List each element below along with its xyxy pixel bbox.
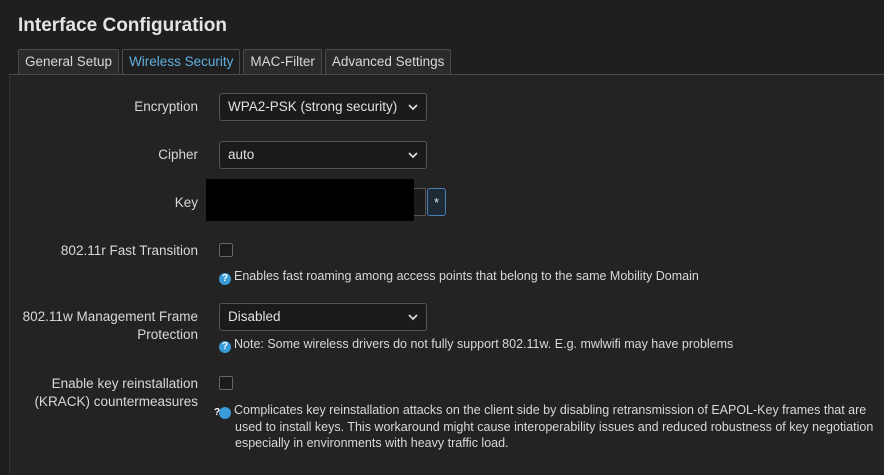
fast-transition-help-text: Enables fast roaming among access points… xyxy=(234,269,699,283)
krack-label: Enable key reinstallation (KRACK) counte… xyxy=(34,375,198,411)
fast-transition-help: ? Enables fast roaming among access point… xyxy=(219,268,699,285)
question-circle-icon: ? xyxy=(219,341,231,353)
question-circle-icon: ? xyxy=(219,273,231,285)
fast-transition-checkbox[interactable] xyxy=(219,243,233,257)
key-label: Key xyxy=(174,195,198,210)
reveal-key-button[interactable]: * xyxy=(427,188,446,216)
krack-checkbox[interactable] xyxy=(219,376,233,390)
fast-transition-label: 802.11r Fast Transition xyxy=(60,243,198,258)
mgmt-frame-help-text: Note: Some wireless drivers do not fully… xyxy=(234,337,734,351)
mgmt-frame-help: ? Note: Some wireless drivers do not full… xyxy=(219,336,733,353)
key-input-redacted[interactable] xyxy=(206,179,414,221)
cipher-select[interactable]: auto xyxy=(219,141,427,169)
tab-advanced-settings[interactable]: Advanced Settings xyxy=(324,49,452,74)
tab-divider xyxy=(9,74,884,75)
krack-label-line1: Enable key reinstallation xyxy=(51,376,198,391)
key-input-edge xyxy=(414,188,426,216)
tab-wireless-security[interactable]: Wireless Security xyxy=(122,49,241,74)
encryption-label: Encryption xyxy=(134,99,198,114)
chevron-down-icon xyxy=(408,104,418,111)
encryption-value: WPA2-PSK (strong security) xyxy=(228,99,398,114)
mgmt-frame-select[interactable]: Disabled xyxy=(219,303,427,331)
page-title: Interface Configuration xyxy=(18,15,228,36)
chevron-down-icon xyxy=(408,152,418,159)
tab-mac-filter[interactable]: MAC-Filter xyxy=(243,49,322,74)
mgmt-frame-label: 802.11w Management Frame Protection xyxy=(23,308,198,344)
encryption-select[interactable]: WPA2-PSK (strong security) xyxy=(219,93,427,121)
tab-bar: General Setup Wireless Security MAC-Filt… xyxy=(18,49,452,74)
krack-help: ? Complicates key reinstallation attacks … xyxy=(214,402,884,451)
chevron-down-icon xyxy=(408,314,418,321)
krack-help-text: Complicates key reinstallation attacks o… xyxy=(234,403,874,450)
interface-configuration-page: Interface Configuration General Setup Wi… xyxy=(0,0,884,475)
cipher-value: auto xyxy=(228,147,255,162)
cipher-label: Cipher xyxy=(158,147,198,162)
mgmt-frame-label-line1: 802.11w Management Frame xyxy=(22,309,198,324)
krack-label-line2: (KRACK) countermeasures xyxy=(34,394,198,409)
tab-general-setup[interactable]: General Setup xyxy=(18,49,120,74)
mgmt-frame-label-line2: Protection xyxy=(137,327,198,342)
question-circle-icon: ? xyxy=(214,407,231,419)
mgmt-frame-value: Disabled xyxy=(228,309,281,324)
